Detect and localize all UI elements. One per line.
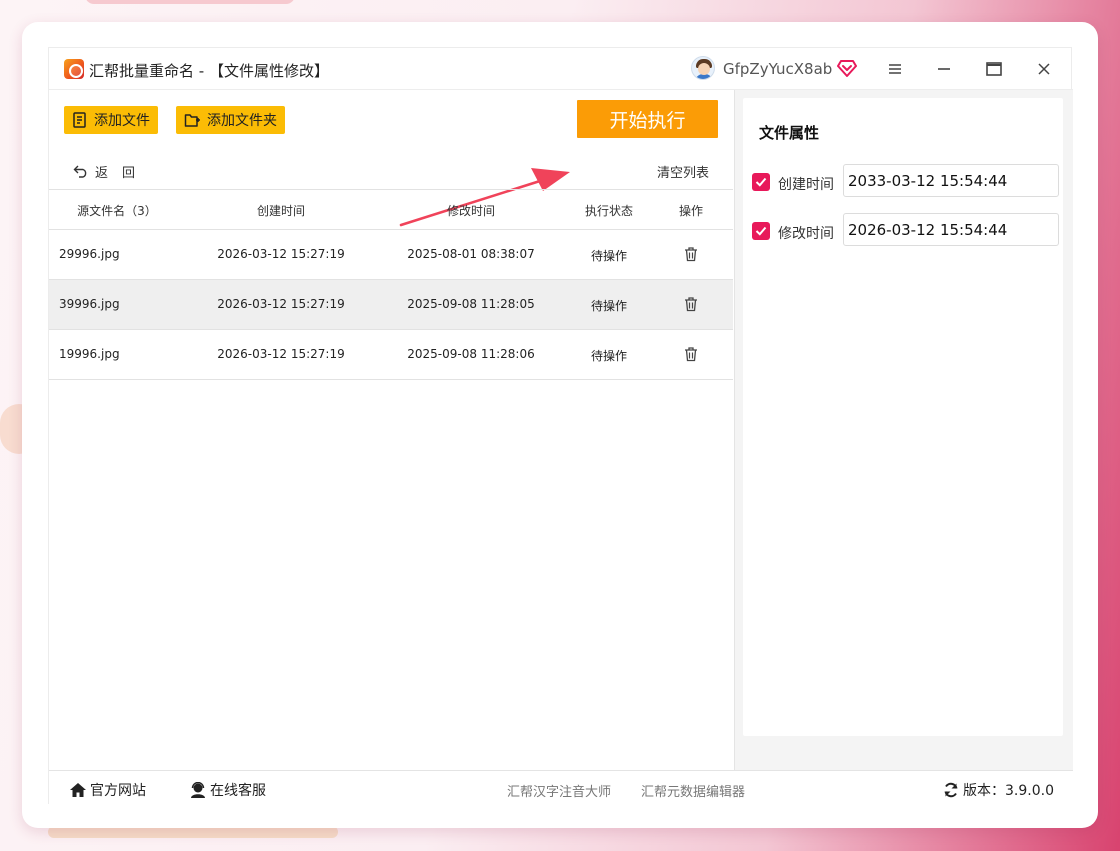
created-time-input[interactable] xyxy=(843,164,1059,197)
delete-trash-icon[interactable] xyxy=(683,346,699,362)
menu-button[interactable] xyxy=(880,56,910,82)
version-info: 版本：3.9.0.0 xyxy=(943,780,1054,800)
add-file-icon xyxy=(73,112,86,128)
cell-status: 待操作 xyxy=(590,299,627,313)
table-row[interactable]: 19996.jpg 2026-03-12 15:27:19 2025-09-08… xyxy=(49,330,733,380)
delete-trash-icon[interactable] xyxy=(683,246,699,262)
minimize-button[interactable] xyxy=(929,56,959,82)
properties-title: 文件属性 xyxy=(759,124,820,142)
title-bar: 汇帮批量重命名 - 【文件属性修改】 GfpZyYucX8ab xyxy=(49,48,1073,90)
home-icon xyxy=(70,783,86,797)
add-folder-label: 添加文件夹 xyxy=(207,113,277,129)
online-support-label: 在线客服 xyxy=(210,783,266,799)
back-arrow-icon xyxy=(73,165,87,178)
maximize-icon xyxy=(986,62,1002,76)
menu-icon xyxy=(889,64,901,74)
delete-trash-icon[interactable] xyxy=(683,296,699,312)
cell-status: 待操作 xyxy=(590,349,627,363)
add-file-button[interactable]: 添加文件 xyxy=(64,106,158,134)
close-button[interactable] xyxy=(1029,56,1059,82)
file-list-pane: 添加文件 添加文件夹 开始执行 返回 清空列表 源文件名（3） 创建时间 修改时… xyxy=(49,90,733,770)
user-avatar[interactable] xyxy=(691,56,715,80)
add-file-label: 添加文件 xyxy=(94,113,150,129)
clear-list-button[interactable]: 清空列表 xyxy=(657,162,709,181)
version-label: 版本：3.9.0.0 xyxy=(963,783,1054,799)
created-time-label: 创建时间 xyxy=(778,177,834,193)
cell-status: 待操作 xyxy=(590,249,627,263)
support-agent-icon xyxy=(191,782,205,798)
vip-diamond-icon[interactable] xyxy=(837,58,857,78)
add-folder-button[interactable]: 添加文件夹 xyxy=(176,106,285,134)
modified-time-label: 修改时间 xyxy=(778,226,834,242)
properties-card: 文件属性 创建时间 修改时间 xyxy=(743,98,1063,736)
table-row[interactable]: 29996.jpg 2026-03-12 15:27:19 2025-08-01… xyxy=(49,230,733,280)
cell-created-time: 2026-03-12 15:27:19 xyxy=(217,247,345,261)
maximize-button[interactable] xyxy=(979,56,1009,82)
table-row[interactable]: 39996.jpg 2026-03-12 15:27:19 2025-09-08… xyxy=(49,280,733,330)
refresh-icon xyxy=(944,782,958,798)
online-support-link[interactable]: 在线客服 xyxy=(189,780,266,800)
cell-created-time: 2026-03-12 15:27:19 xyxy=(217,297,345,311)
pinyin-master-link[interactable]: 汇帮汉字注音大师 xyxy=(507,781,611,800)
column-header-action: 操作 xyxy=(678,204,703,218)
cell-file-name: 39996.jpg xyxy=(59,297,120,311)
official-website-label: 官方网站 xyxy=(90,783,146,799)
modified-time-checkbox[interactable] xyxy=(752,222,770,240)
column-header-status: 执行状态 xyxy=(584,204,633,218)
created-time-checkbox[interactable] xyxy=(752,173,770,191)
add-folder-icon xyxy=(184,114,200,127)
cell-created-time: 2026-03-12 15:27:19 xyxy=(217,347,345,361)
minimize-icon xyxy=(938,68,950,70)
official-website-link[interactable]: 官方网站 xyxy=(69,780,146,800)
back-button[interactable]: 返回 xyxy=(73,162,150,181)
column-header-created: 创建时间 xyxy=(256,204,305,218)
back-label: 返回 xyxy=(95,165,150,181)
metadata-editor-link[interactable]: 汇帮元数据编辑器 xyxy=(641,781,745,800)
user-name[interactable]: GfpZyYucX8ab xyxy=(723,60,832,78)
column-header-modified: 修改时间 xyxy=(446,204,495,218)
checkmark-icon xyxy=(755,177,767,187)
cell-file-name: 19996.jpg xyxy=(59,347,120,361)
column-header-name: 源文件名（3） xyxy=(77,204,157,218)
table-header: 源文件名（3） 创建时间 修改时间 执行状态 操作 xyxy=(49,189,733,230)
app-title: 汇帮批量重命名 - 【文件属性修改】 xyxy=(89,62,329,80)
cell-modified-time: 2025-08-01 08:38:07 xyxy=(407,247,535,261)
app-logo-icon xyxy=(64,59,84,79)
status-bar: 官方网站 在线客服 汇帮汉字注音大师 汇帮元数据编辑器 版本：3.9.0.0 xyxy=(49,770,1073,805)
cell-modified-time: 2025-09-08 11:28:06 xyxy=(407,347,535,361)
modified-time-input[interactable] xyxy=(843,213,1059,246)
checkmark-icon xyxy=(755,226,767,236)
app-window: 汇帮批量重命名 - 【文件属性修改】 GfpZyYucX8ab 添加文件 添加文… xyxy=(48,47,1073,805)
close-icon xyxy=(1038,63,1050,75)
properties-pane: 文件属性 创建时间 修改时间 xyxy=(734,90,1073,770)
cell-modified-time: 2025-09-08 11:28:05 xyxy=(407,297,535,311)
start-execute-button[interactable]: 开始执行 xyxy=(577,100,718,138)
cell-file-name: 29996.jpg xyxy=(59,247,120,261)
background-decoration xyxy=(85,0,295,4)
